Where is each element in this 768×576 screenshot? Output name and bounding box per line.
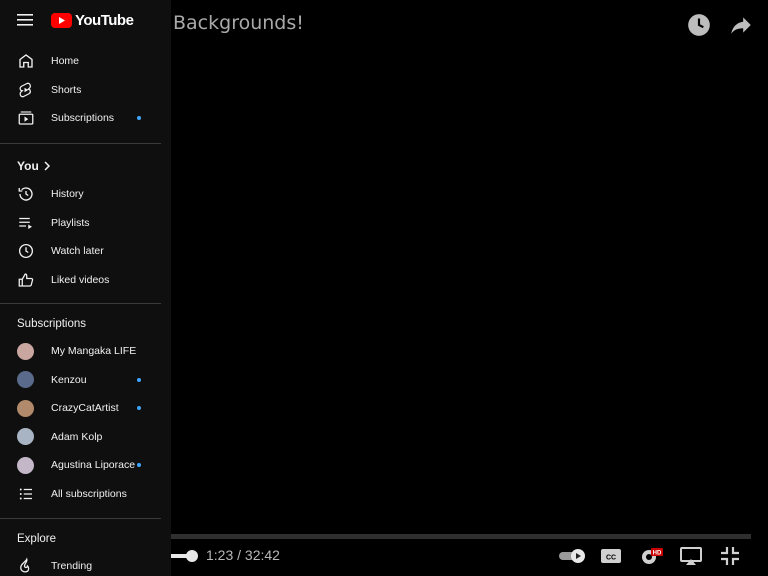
new-content-dot [137, 116, 141, 121]
new-content-dot [137, 463, 141, 468]
channel-avatar [17, 371, 34, 389]
history-icon [17, 185, 35, 203]
sidebar-item-trending[interactable]: Trending [0, 552, 171, 576]
video-title: Backgrounds! [173, 12, 304, 34]
channel-avatar [17, 428, 34, 446]
channel-avatar [17, 456, 34, 474]
exit-fullscreen-icon[interactable] [718, 544, 744, 568]
sidebar-channel-item[interactable]: CrazyCatArtist [0, 394, 171, 423]
shorts-icon [17, 81, 35, 99]
thumbs-up-icon [17, 271, 35, 289]
sidebar-item-shorts[interactable]: Shorts [0, 76, 171, 105]
scrubber-handle[interactable] [186, 550, 198, 562]
channel-avatar [17, 399, 34, 417]
new-content-dot [137, 406, 141, 411]
home-icon [17, 52, 35, 70]
sidebar-item-playlists[interactable]: Playlists [0, 209, 171, 238]
list-icon [17, 485, 35, 503]
sidebar-channel-item[interactable]: Adam Kolp [0, 423, 171, 452]
svg-text:HD: HD [653, 551, 662, 557]
sidebar: YouTube Home Shorts Subscriptions You Hi… [0, 0, 171, 576]
logo-text: YouTube [75, 12, 134, 29]
airplay-icon[interactable] [678, 544, 704, 568]
autoplay-toggle-icon[interactable] [558, 544, 585, 568]
captions-icon[interactable]: CC [598, 544, 624, 568]
svg-text:CC: CC [606, 555, 616, 562]
new-content-dot [137, 377, 141, 382]
menu-icon[interactable] [17, 13, 33, 27]
sidebar-item-subscriptions[interactable]: Subscriptions [0, 104, 171, 133]
time-display: 1:23 / 32:42 [206, 547, 280, 563]
channel-avatar [17, 342, 34, 360]
youtube-logo[interactable]: YouTube [51, 12, 134, 29]
subscriptions-icon [17, 109, 35, 127]
sidebar-channel-item[interactable]: Kenzou [0, 366, 171, 395]
trending-icon [17, 557, 35, 575]
sidebar-item-watch-later[interactable]: Watch later [0, 237, 171, 266]
settings-gear-icon[interactable]: HD [638, 544, 664, 568]
explore-section-title: Explore [17, 533, 56, 545]
playlists-icon [17, 214, 35, 232]
progress-bar[interactable] [171, 534, 751, 539]
you-section-header[interactable]: You [0, 152, 171, 181]
sidebar-item-history[interactable]: History [0, 180, 171, 209]
sidebar-item-liked-videos[interactable]: Liked videos [0, 266, 171, 295]
clock-icon [17, 242, 35, 260]
sidebar-item-home[interactable]: Home [0, 47, 171, 76]
subscriptions-section-title: Subscriptions [17, 318, 87, 330]
share-icon[interactable] [728, 12, 754, 38]
sidebar-channel-item[interactable]: Agustina Liporace [0, 451, 171, 480]
sidebar-item-all-subscriptions[interactable]: All subscriptions [0, 480, 171, 509]
chevron-right-icon [42, 157, 52, 175]
sidebar-channel-item[interactable]: My Mangaka LIFE [0, 337, 171, 366]
watch-later-icon[interactable] [686, 12, 712, 38]
youtube-play-icon [51, 13, 72, 28]
